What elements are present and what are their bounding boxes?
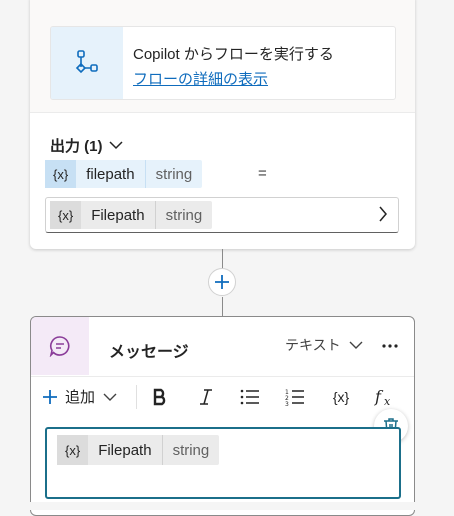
- flow-title: Copilot からフローを実行する: [133, 46, 334, 63]
- svg-text:f: f: [374, 387, 384, 406]
- italic-icon[interactable]: [193, 385, 219, 409]
- chevron-down-icon: [108, 137, 123, 154]
- chat-bubble-icon: [31, 317, 89, 375]
- message-title: メッセージ: [109, 344, 189, 361]
- add-label: 追加: [65, 389, 96, 406]
- connector-line: [222, 249, 223, 269]
- add-button[interactable]: 追加: [43, 386, 117, 407]
- variable-icon: {x}: [45, 160, 77, 188]
- message-type-dropdown[interactable]: テキスト: [285, 335, 363, 355]
- plus-icon: [215, 275, 229, 289]
- message-node-card: メッセージ テキスト 追加 123 {x} fx {x} Filepath st…: [30, 316, 415, 516]
- outputs-header-label: 出力 (1): [50, 138, 103, 155]
- selected-variable-chip: {x} Filepath string: [50, 201, 213, 229]
- connector-line: [222, 297, 223, 316]
- message-editor[interactable]: {x} Filepath string: [45, 427, 401, 499]
- svg-text:x: x: [384, 395, 391, 407]
- editor-variable-name: Filepath: [98, 441, 152, 459]
- flow-icon: [51, 27, 123, 99]
- output-variable-name: filepath: [86, 165, 135, 183]
- variable-icon[interactable]: {x}: [328, 385, 354, 409]
- numbered-list-icon[interactable]: 123: [282, 385, 308, 409]
- output-value-select[interactable]: {x} Filepath string: [45, 197, 399, 233]
- plus-icon: [43, 389, 57, 404]
- chevron-down-icon: [103, 393, 117, 401]
- more-options-button[interactable]: [381, 337, 399, 360]
- outputs-header[interactable]: 出力 (1): [50, 135, 123, 156]
- variable-icon: {x}: [50, 201, 82, 229]
- chevron-right-icon: [378, 206, 388, 227]
- selected-variable-type: string: [154, 201, 213, 229]
- formula-icon[interactable]: fx: [372, 385, 398, 409]
- bulleted-list-icon[interactable]: [237, 385, 263, 409]
- canvas-bottom-edge: [0, 502, 454, 510]
- message-type-label: テキスト: [285, 337, 341, 353]
- flow-action-card: Copilot からフローを実行する フローの詳細の表示 出力 (1) {x} …: [30, 0, 415, 249]
- more-icon: [382, 344, 398, 348]
- add-node-button[interactable]: [208, 268, 236, 296]
- variable-icon: {x}: [57, 435, 89, 465]
- equals-sign: =: [258, 165, 267, 182]
- selected-variable-name: Filepath: [91, 206, 145, 224]
- toolbar-divider: [136, 385, 137, 409]
- bold-icon[interactable]: [147, 385, 173, 409]
- chevron-down-icon: [349, 337, 363, 353]
- editor-variable-type: string: [161, 435, 220, 465]
- output-variable-type: string: [144, 160, 203, 188]
- flow-details-link[interactable]: フローの詳細の表示: [133, 68, 268, 89]
- formatting-toolbar: 追加 123 {x} fx: [31, 376, 414, 417]
- output-variable-chip: {x} filepath string: [45, 160, 203, 188]
- editor-variable-chip[interactable]: {x} Filepath string: [57, 435, 220, 465]
- svg-text:3: 3: [285, 401, 289, 406]
- flow-info-box: Copilot からフローを実行する フローの詳細の表示: [50, 26, 396, 100]
